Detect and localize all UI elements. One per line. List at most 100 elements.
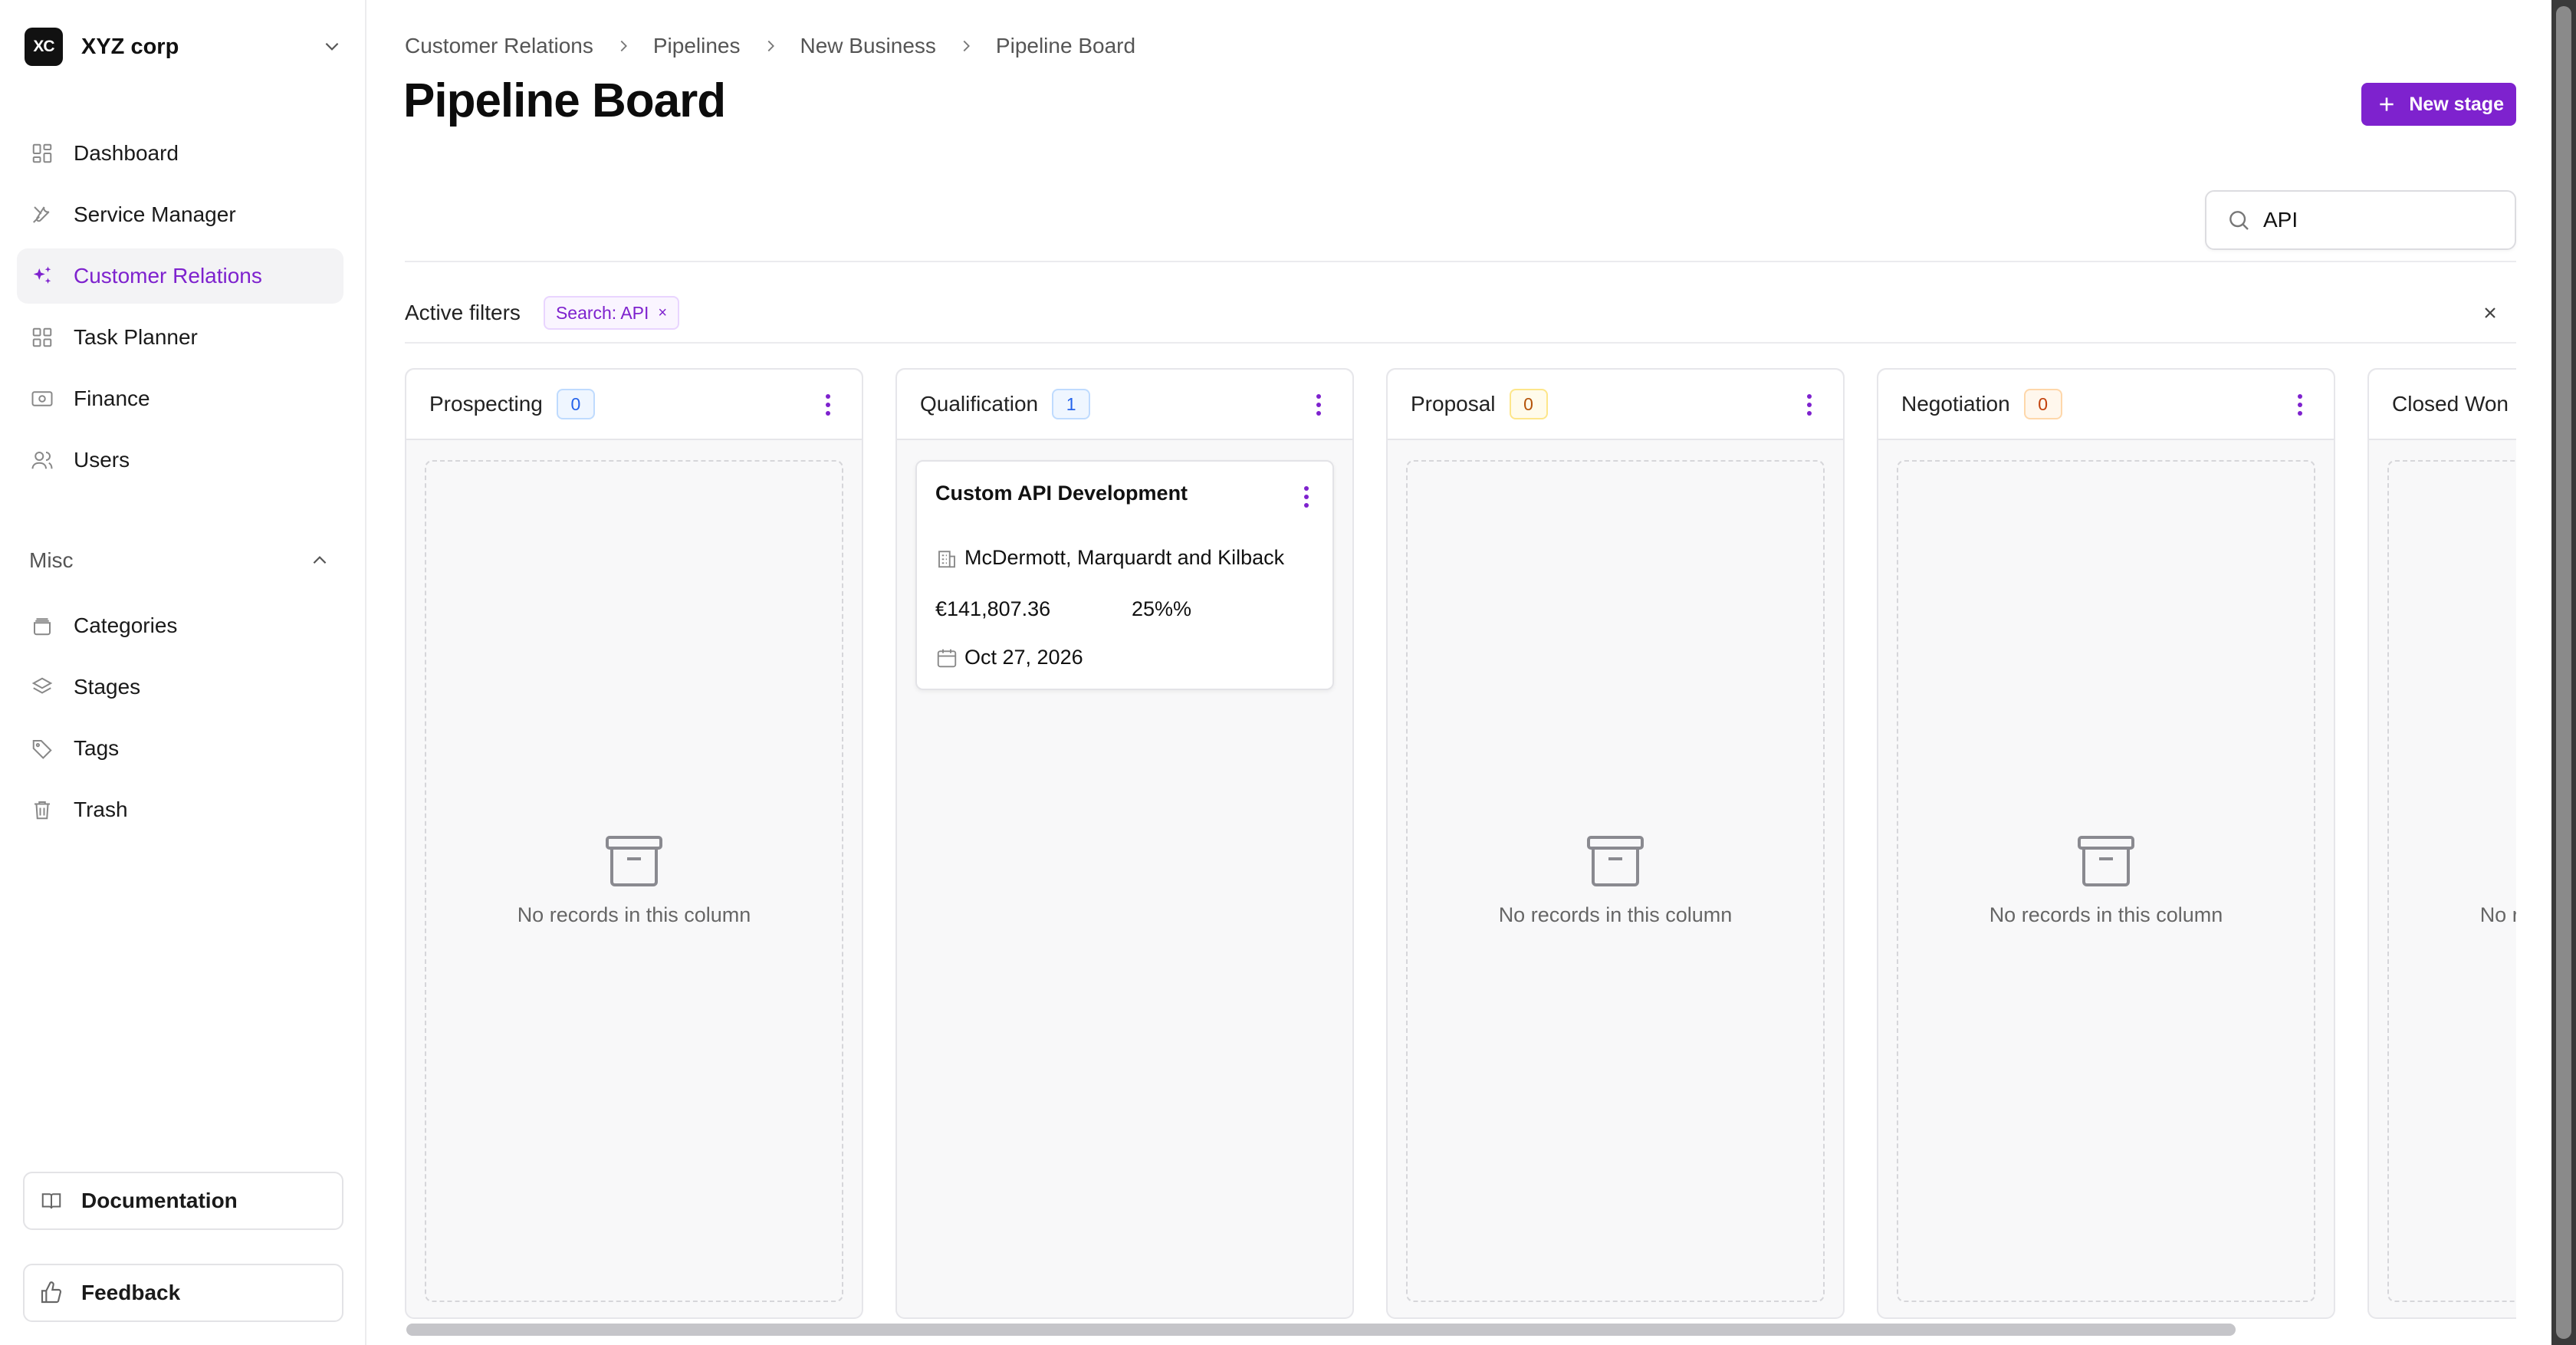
misc-section-toggle[interactable]: Misc	[29, 541, 330, 580]
calendar-icon	[935, 646, 958, 669]
search-icon	[2226, 208, 2251, 232]
deal-title: Custom API Development	[935, 482, 1188, 505]
amount-value: €141,807.36	[935, 597, 1051, 620]
scrollbar-thumb[interactable]	[2556, 6, 2571, 1339]
sidebar-item-label: Users	[74, 448, 130, 472]
kebab-menu-icon[interactable]	[1316, 393, 1322, 417]
deal-probability: 25%%	[1132, 597, 1192, 620]
filter-chip-label: Search: API	[555, 302, 649, 323]
chevron-right-icon	[958, 38, 974, 54]
chevron-up-icon	[310, 551, 330, 571]
documentation-button[interactable]: Documentation	[23, 1172, 343, 1230]
sidebar-item-task-planner[interactable]: Task Planner	[17, 310, 343, 365]
main-nav: Dashboard Service Manager Customer Relat…	[17, 126, 343, 494]
new-stage-button[interactable]: New stage	[2361, 83, 2516, 126]
main-content: Customer Relations Pipelines New Busines…	[368, 0, 2551, 1345]
sidebar-item-label: Trash	[74, 797, 128, 821]
sidebar-item-users[interactable]: Users	[17, 432, 343, 488]
deal-card[interactable]: Custom API Development McDermott, Marqua…	[915, 460, 1334, 690]
chevron-right-icon	[615, 38, 632, 54]
column-negotiation: Negotiation 0 No records in this column	[1877, 368, 2335, 1319]
horizontal-scrollbar[interactable]	[406, 1324, 2236, 1336]
active-filters-label: Active filters	[405, 301, 521, 324]
column-title: Closed Won	[2392, 392, 2509, 416]
column-header: Negotiation 0	[1878, 370, 2334, 440]
archive-icon	[2078, 835, 2134, 886]
search-box	[2205, 190, 2516, 250]
breadcrumb-current: Pipeline Board	[995, 34, 1136, 58]
breadcrumb-item[interactable]: Customer Relations	[405, 34, 593, 58]
org-name: XYZ corp	[81, 34, 179, 59]
thumbs-up-icon	[38, 1280, 64, 1306]
org-switcher[interactable]: XC XYZ corp	[25, 28, 342, 66]
remove-filter-icon[interactable]: ×	[658, 304, 667, 322]
count-badge: 1	[1052, 389, 1091, 419]
tools-icon	[29, 202, 55, 228]
empty-state: No records in this column	[1406, 460, 1825, 1302]
sidebar-item-customer-relations[interactable]: Customer Relations	[17, 248, 343, 304]
sidebar-item-label: Stages	[74, 675, 141, 699]
kebab-menu-icon[interactable]	[2297, 393, 2303, 417]
date-value: Oct 27, 2026	[964, 646, 1083, 669]
breadcrumb: Customer Relations Pipelines New Busines…	[405, 34, 1135, 58]
column-header: Closed Won	[2369, 370, 2516, 440]
breadcrumb-item[interactable]: Pipelines	[653, 34, 741, 58]
kebab-menu-icon[interactable]	[1303, 485, 1309, 509]
breadcrumb-item[interactable]: New Business	[800, 34, 936, 58]
empty-state: No records in this column	[1897, 460, 2315, 1302]
sidebar-item-tags[interactable]: Tags	[17, 721, 343, 776]
sidebar-item-trash[interactable]: Trash	[17, 782, 343, 837]
chevron-down-icon[interactable]	[322, 36, 342, 56]
new-stage-label: New stage	[2409, 93, 2504, 115]
feedback-button[interactable]: Feedback	[23, 1264, 343, 1322]
empty-state: No records in this column	[425, 460, 843, 1302]
folder-icon	[29, 613, 55, 639]
users-icon	[29, 447, 55, 473]
trash-icon	[29, 797, 55, 823]
sidebar-item-label: Categories	[74, 613, 178, 637]
book-icon	[38, 1188, 64, 1214]
sidebar-item-service-manager[interactable]: Service Manager	[17, 187, 343, 242]
column-header: Proposal 0	[1388, 370, 1843, 440]
sidebar-item-label: Service Manager	[74, 202, 236, 226]
chevron-right-icon	[762, 38, 779, 54]
sidebar-item-categories[interactable]: Categories	[17, 598, 343, 653]
empty-text: No records in this column	[1989, 903, 2223, 926]
count-badge: 0	[556, 389, 595, 419]
tag-icon	[29, 735, 55, 761]
divider	[405, 342, 2516, 344]
vertical-scrollbar[interactable]	[2551, 0, 2576, 1345]
misc-label: Misc	[29, 548, 74, 572]
active-filters: Active filters Search: API ×	[405, 296, 680, 330]
column-title: Negotiation	[1901, 392, 2010, 416]
sidebar-item-finance[interactable]: Finance	[17, 371, 343, 426]
feedback-label: Feedback	[81, 1281, 181, 1304]
page-title: Pipeline Board	[403, 74, 726, 127]
column-closed-won: Closed Won No records in this column	[2367, 368, 2516, 1319]
search-input[interactable]	[2263, 208, 2509, 232]
documentation-label: Documentation	[81, 1189, 238, 1212]
archive-icon	[1587, 835, 1644, 886]
kebab-menu-icon[interactable]	[1806, 393, 1812, 417]
empty-state: No records in this column	[2387, 460, 2516, 1302]
column-qualification: Qualification 1 Custom API Development M…	[895, 368, 1354, 1319]
deal-close-date: Oct 27, 2026	[935, 646, 1083, 669]
org-logo: XC	[25, 28, 63, 66]
divider	[405, 261, 2516, 262]
sidebar-item-label: Finance	[74, 386, 150, 410]
sidebar-item-stages[interactable]: Stages	[17, 659, 343, 715]
sidebar-item-dashboard[interactable]: Dashboard	[17, 126, 343, 181]
empty-text: No records in this column	[2479, 903, 2516, 926]
banknote-icon	[29, 386, 55, 412]
clear-filters-icon[interactable]	[2481, 304, 2499, 322]
filter-chip: Search: API ×	[543, 296, 680, 330]
sidebar-item-label: Dashboard	[74, 141, 179, 165]
sidebar: XC XYZ corp Dashboard Service Manager Cu…	[0, 0, 366, 1345]
deal-company: McDermott, Marquardt and Kilback	[935, 546, 1284, 570]
sidebar-item-label: Task Planner	[74, 325, 198, 349]
plus-icon	[2377, 94, 2397, 114]
kebab-menu-icon[interactable]	[825, 393, 831, 417]
sidebar-item-label: Customer Relations	[74, 264, 262, 288]
empty-text: No records in this column	[1498, 903, 1733, 926]
company-name: McDermott, Marquardt and Kilback	[964, 546, 1285, 569]
